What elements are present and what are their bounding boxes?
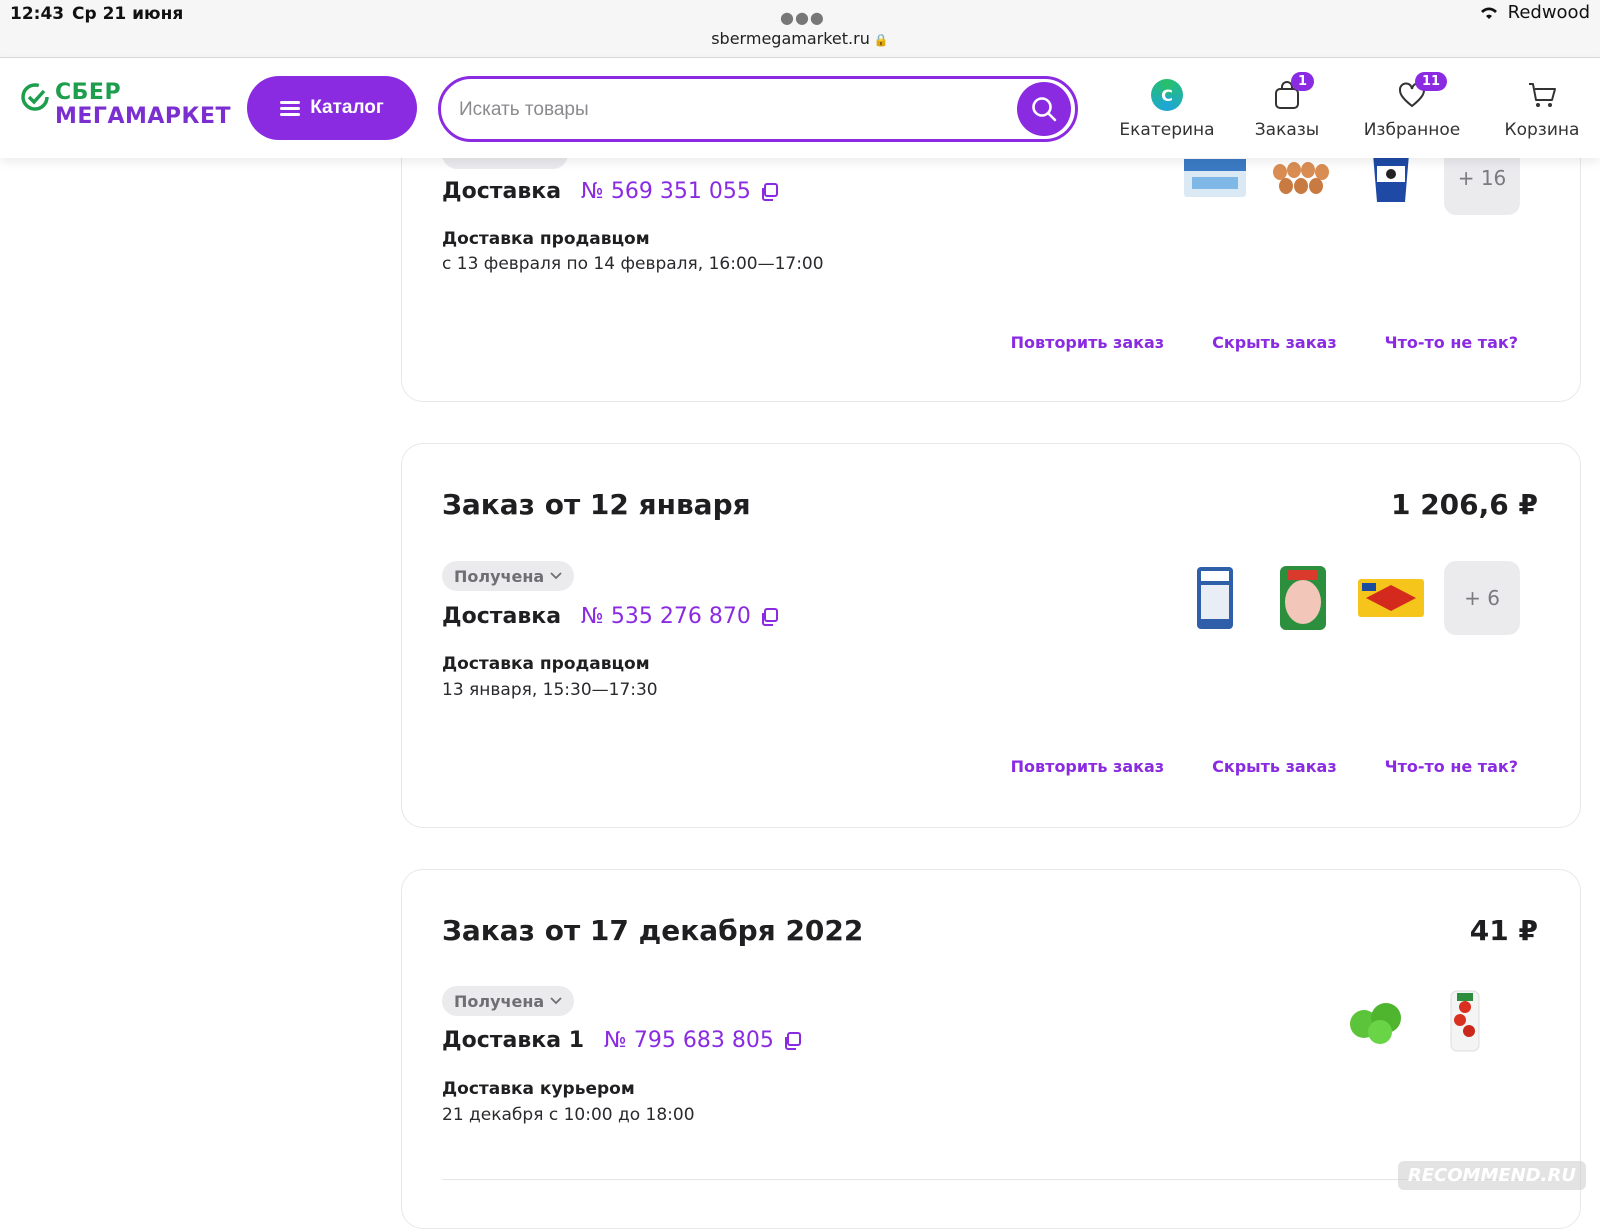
status-right-text: Redwood — [1508, 2, 1590, 23]
catalog-label: Каталог — [310, 97, 384, 119]
delivery-slot: 13 января, 15:30—17:30 — [442, 680, 658, 700]
nav-profile[interactable]: С Екатерина — [1117, 76, 1217, 140]
status-badge[interactable]: Получена — [442, 561, 574, 591]
delivery-row: Доставка 1 № 795 683 805 — [442, 1028, 802, 1053]
clock: 12:43 — [10, 4, 64, 24]
nav-profile-label: Екатерина — [1117, 120, 1217, 140]
site-header: СБЕР МЕГАМАРКЕТ Каталог С Екатерина 1 За… — [0, 58, 1600, 158]
watermark: RECOMMEND.RU — [1398, 1161, 1586, 1190]
status-label: Получена — [454, 992, 544, 1011]
nav-favorites-label: Избранное — [1357, 120, 1467, 140]
chicken-tray-thumb[interactable] — [1268, 563, 1338, 633]
more-dots-icon[interactable]: ●●● — [780, 8, 825, 27]
rice-pack-thumb[interactable] — [1180, 563, 1250, 633]
search-input[interactable] — [459, 93, 979, 127]
order-title: Заказ от 17 декабря 2022 — [442, 914, 863, 947]
order-number: № 569 351 055 — [581, 179, 751, 204]
catalog-button[interactable]: Каталог — [247, 76, 417, 140]
copy-icon[interactable] — [759, 182, 779, 202]
delivery-label: Доставка 1 — [442, 1028, 584, 1053]
copy-icon[interactable] — [759, 607, 779, 627]
order-number: № 795 683 805 — [604, 1028, 774, 1053]
nav-favorites[interactable]: 11 Избранное — [1357, 76, 1467, 140]
logo[interactable]: СБЕР МЕГАМАРКЕТ — [20, 80, 230, 136]
order-items: + 6 — [1180, 561, 1520, 635]
repeat-order-link[interactable]: Повторить заказ — [1011, 333, 1164, 352]
tomato-pack-thumb[interactable] — [1430, 986, 1500, 1056]
more-items-button[interactable]: + 6 — [1444, 561, 1520, 635]
nav-orders-label: Заказы — [1247, 120, 1327, 140]
nav-cart[interactable]: Корзина — [1500, 76, 1584, 140]
search-icon — [1030, 95, 1058, 123]
delivery-method: Доставка продавцом — [442, 654, 650, 674]
hide-order-link[interactable]: Скрыть заказ — [1212, 333, 1337, 352]
avatar-icon: С — [1151, 79, 1183, 111]
url-text: sbermegamarket.ru — [711, 29, 870, 48]
limes-thumb[interactable] — [1342, 986, 1412, 1056]
report-problem-link[interactable]: Что-то не так? — [1385, 333, 1518, 352]
order-number-link[interactable]: № 535 276 870 — [581, 604, 779, 629]
order-items — [1342, 986, 1500, 1056]
copy-icon[interactable] — [782, 1031, 802, 1051]
delivery-label: Доставка — [442, 604, 561, 629]
wifi-icon — [1478, 5, 1500, 21]
favorites-badge: 11 — [1415, 72, 1447, 91]
nav-cart-label: Корзина — [1500, 120, 1584, 140]
chevron-down-icon — [550, 572, 562, 580]
sber-check-icon — [20, 82, 50, 112]
repeat-order-link[interactable]: Повторить заказ — [1011, 757, 1164, 776]
nav-orders[interactable]: 1 Заказы — [1247, 76, 1327, 140]
delivery-row: Доставка № 569 351 055 — [442, 179, 779, 204]
delivery-label: Доставка — [442, 179, 561, 204]
order-actions: Повторить заказ Скрыть заказ Что-то не т… — [1011, 757, 1518, 776]
order-number-link[interactable]: № 569 351 055 — [581, 179, 779, 204]
delivery-slot: с 13 февраля по 14 февраля, 16:00—17:00 — [442, 254, 824, 274]
order-title: Заказ от 12 января — [442, 488, 751, 521]
address-bar[interactable]: sbermegamarket.ru 🔒 — [0, 29, 1600, 48]
status-badge[interactable]: Получена — [442, 986, 574, 1016]
logo-text-megamarket: МЕГАМАРКЕТ — [55, 104, 231, 129]
date: Ср 21 июня — [72, 4, 183, 24]
order-total: 41 ₽ — [1470, 914, 1538, 947]
chevron-down-icon — [550, 997, 562, 1005]
order-actions: Повторить заказ Скрыть заказ Что-то не т… — [1011, 333, 1518, 352]
lock-icon: 🔒 — [874, 33, 889, 47]
order-number-link[interactable]: № 795 683 805 — [604, 1028, 802, 1053]
status-right: Redwood — [1478, 2, 1590, 23]
order-card: Заказ от 12 января 1 206,6 ₽ Получена До… — [401, 443, 1581, 828]
delivery-slot: 21 декабря с 10:00 до 18:00 — [442, 1105, 695, 1125]
card-divider — [442, 1179, 1540, 1180]
order-total: 1 206,6 ₽ — [1391, 488, 1538, 521]
search-button[interactable] — [1017, 82, 1071, 136]
delivery-row: Доставка № 535 276 870 — [442, 604, 779, 629]
status-label: Получена — [454, 567, 544, 586]
logo-text-sber: СБЕР — [55, 80, 121, 105]
orders-badge: 1 — [1291, 72, 1314, 91]
delivery-method: Доставка курьером — [442, 1079, 635, 1099]
delivery-method: Доставка продавцом — [442, 229, 650, 249]
butter-pack-thumb[interactable] — [1356, 563, 1426, 633]
cart-icon — [1527, 81, 1557, 109]
menu-icon — [280, 98, 300, 119]
search-bar — [438, 76, 1078, 142]
report-problem-link[interactable]: Что-то не так? — [1385, 757, 1518, 776]
order-number: № 535 276 870 — [581, 604, 751, 629]
browser-status-bar: 12:43 Ср 21 июня ●●● Redwood sbermegamar… — [0, 0, 1600, 58]
hide-order-link[interactable]: Скрыть заказ — [1212, 757, 1337, 776]
